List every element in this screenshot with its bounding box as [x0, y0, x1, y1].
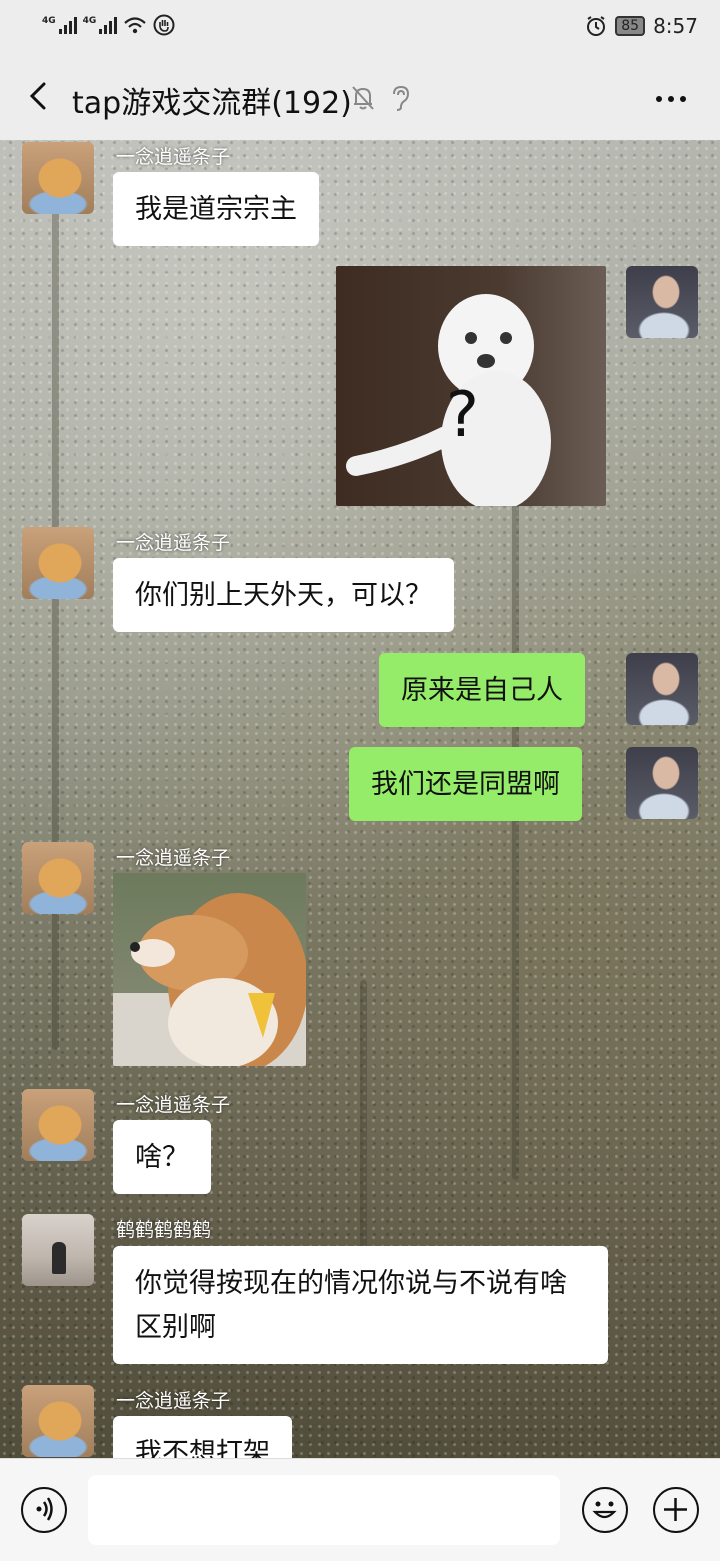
hand-icon — [153, 14, 175, 36]
avatar[interactable] — [22, 1385, 94, 1457]
avatar[interactable] — [22, 142, 94, 214]
message-bubble-own[interactable]: 我们还是同盟啊 — [349, 747, 582, 821]
sender-name: 鹤鹤鹤鹤鹤 — [116, 1219, 212, 1241]
avatar[interactable] — [626, 653, 698, 725]
mute-bell-icon — [352, 86, 374, 110]
sender-name: 一念逍遥条子 — [116, 1390, 231, 1412]
question-mark: ? — [446, 378, 479, 451]
status-left: 4G 4G — [42, 14, 175, 36]
more-dots-icon[interactable] — [656, 96, 686, 102]
avatar[interactable] — [22, 1089, 94, 1161]
signal-icon: 4G — [83, 16, 118, 34]
sender-name: 一念逍遥条子 — [116, 1094, 231, 1116]
signal-icon: 4G — [42, 16, 77, 34]
message-input[interactable] — [88, 1475, 560, 1545]
input-bar — [0, 1458, 720, 1561]
avatar[interactable] — [626, 747, 698, 819]
clock: 8:57 — [653, 14, 698, 38]
sender-name: 一念逍遥条子 — [116, 847, 231, 869]
message-bubble[interactable]: 你觉得按现在的情况你说与不说有啥区别啊 — [113, 1246, 608, 1364]
chat-title: tap游戏交流群(192) — [72, 86, 352, 121]
plus-icon[interactable] — [653, 1487, 699, 1533]
sticker-dog-question[interactable]: ? — [336, 266, 606, 506]
status-right: 85 8:57 — [585, 14, 698, 38]
message-bubble[interactable]: 啥？ — [113, 1120, 211, 1194]
sender-name: 一念逍遥条子 — [116, 146, 231, 168]
status-bar: 4G 4G 85 8:57 — [0, 0, 720, 56]
ear-icon — [393, 85, 410, 111]
avatar[interactable] — [22, 527, 94, 599]
back-arrow-icon[interactable] — [20, 76, 60, 116]
avatar[interactable] — [22, 842, 94, 914]
emoji-icon[interactable] — [582, 1487, 628, 1533]
dog-question-sticker-art: ? — [346, 294, 551, 506]
voice-icon[interactable] — [21, 1487, 67, 1533]
chat-header: tap游戏交流群(192) — [0, 56, 720, 140]
message-bubble-own[interactable]: 原来是自己人 — [379, 653, 585, 727]
avatar[interactable] — [626, 266, 698, 338]
message-bubble[interactable]: 你们别上天外天，可以？ — [113, 558, 454, 632]
message-bubble[interactable]: 我是道宗宗主 — [113, 172, 319, 246]
shiba-photo-art — [113, 893, 306, 1066]
sender-name: 一念逍遥条子 — [116, 532, 231, 554]
image-shiba-photo[interactable] — [113, 873, 306, 1066]
avatar[interactable] — [22, 1214, 94, 1286]
wifi-icon — [124, 17, 147, 34]
alarm-icon — [587, 16, 606, 36]
battery-indicator: 85 — [615, 16, 646, 36]
